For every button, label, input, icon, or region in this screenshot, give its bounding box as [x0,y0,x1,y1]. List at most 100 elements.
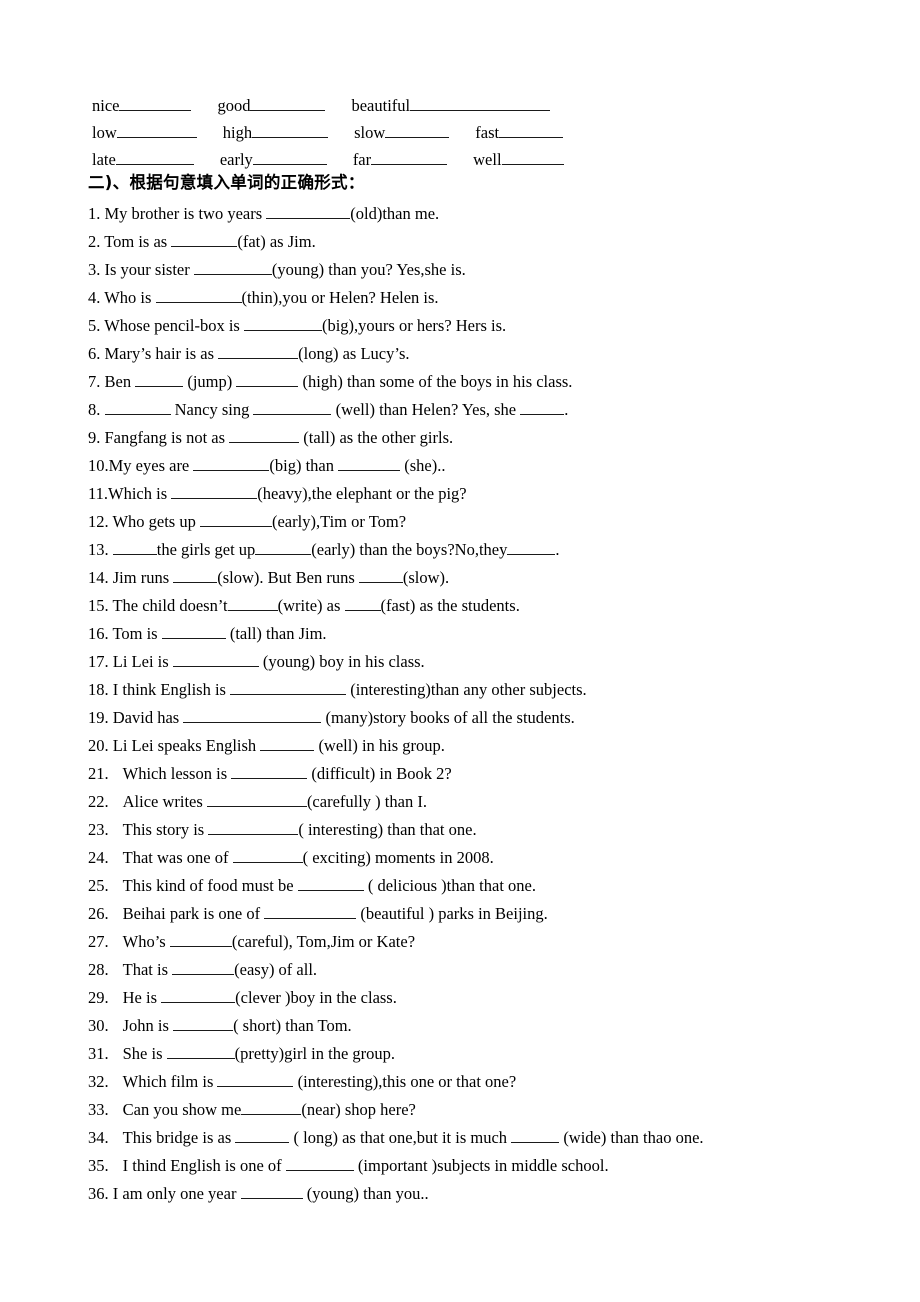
question-number: 19. [88,708,109,727]
question-text: Tom is (tall) than Jim. [108,623,327,643]
answer-blank[interactable] [227,595,278,611]
answer-blank[interactable] [169,931,232,947]
question-row: 35. I thind English is one of (important … [88,1152,888,1180]
question-text: Jim runs (slow). But Ben runs (slow). [109,567,449,587]
question-row: 3. Is your sister (young) than you? Yes,… [88,256,888,284]
answer-blank[interactable] [260,735,315,751]
answer-blank[interactable] [252,122,329,138]
answer-blank[interactable] [104,399,171,415]
answer-blank[interactable] [230,679,347,695]
answer-blank[interactable] [173,567,218,583]
word-blank-item: late [92,146,194,173]
question-number: 8. [88,400,101,419]
question-text-segment: Who gets up [108,512,200,531]
answer-blank[interactable] [115,149,194,165]
question-row: 6. Mary’s hair is as (long) as Lucy’s. [88,340,888,368]
word-list: nice good beautiful low high slow fast late earl… [92,92,792,173]
answer-blank[interactable] [520,399,565,415]
question-text-segment: Tom is [108,624,162,643]
word-blank-item: nice [92,92,192,119]
question-number: 20. [88,736,109,755]
answer-blank[interactable] [155,287,242,303]
word-label: late [92,150,116,169]
answer-blank[interactable] [371,149,448,165]
answer-blank[interactable] [241,1099,302,1115]
answer-blank[interactable] [264,903,357,919]
answer-blank[interactable] [199,511,272,527]
answer-blank[interactable] [171,231,238,247]
answer-blank[interactable] [218,343,299,359]
question-row: 8. Nancy sing (well) than Helen? Yes, sh… [88,396,888,424]
answer-blank[interactable] [206,791,307,807]
answer-blank[interactable] [297,875,364,891]
question-list: 1. My brother is two years (old)than me.… [88,200,888,1208]
answer-blank[interactable] [173,1015,234,1031]
answer-blank[interactable] [232,847,303,863]
answer-blank[interactable] [135,371,184,387]
answer-blank[interactable] [255,539,312,555]
answer-blank[interactable] [385,122,450,138]
question-text-segment: (tall) than Jim. [225,624,327,643]
question-text-segment: ( interesting) than that one. [298,820,477,839]
answer-blank[interactable] [208,819,299,835]
answer-blank[interactable] [235,1127,290,1143]
question-row: 36. I am only one year (young) than you.… [88,1180,888,1208]
question-text-segment: Tom is as [100,232,172,251]
question-row: 23. This story is ( interesting) than tha… [88,816,888,844]
answer-blank[interactable] [217,1071,294,1087]
answer-blank[interactable] [231,763,308,779]
question-text-segment: She is [122,1044,167,1063]
answer-blank[interactable] [183,707,322,723]
question-text: Beihai park is one of (beautiful ) parks… [123,904,548,923]
answer-blank[interactable] [285,1155,354,1171]
question-row: 14. Jim runs (slow). But Ben runs (slow)… [88,564,888,592]
answer-blank[interactable] [344,595,381,611]
question-text-segment: (near) shop here? [301,1100,416,1119]
answer-blank[interactable] [358,567,403,583]
question-text-segment: Mary’s hair is as [100,344,219,363]
answer-blank[interactable] [410,95,551,111]
answer-blank[interactable] [501,149,564,165]
answer-blank[interactable] [253,399,332,415]
answer-blank[interactable] [193,259,272,275]
answer-blank[interactable] [243,315,322,331]
answer-blank[interactable] [338,455,401,471]
answer-blank[interactable] [240,1183,303,1199]
question-number: 24. [88,848,109,867]
question-text: I am only one year (young) than you.. [109,1184,429,1203]
question-text: My eyes are (big) than (she).. [109,456,446,475]
question-text-segment: (long) as Lucy’s. [298,344,410,363]
answer-blank[interactable] [112,539,157,555]
question-number: 14. [88,568,109,587]
answer-blank[interactable] [252,149,327,165]
question-row: 9. Fangfang is not as (tall) as the othe… [88,424,888,452]
question-text-segment: (write) as [277,596,345,615]
question-number: 28. [88,960,109,979]
question-row: 34. This bridge is as ( long) as that one… [88,1124,888,1152]
question-text-segment: Alice writes [122,792,207,811]
question-text-segment: (thin),you or Helen? Helen is. [241,288,439,307]
word-label: low [92,123,117,142]
answer-blank[interactable] [171,483,258,499]
answer-blank[interactable] [172,959,235,975]
answer-blank[interactable] [161,987,236,1003]
answer-blank[interactable] [266,203,351,219]
question-text-segment: . [564,400,569,419]
question-number: 5. [88,316,101,335]
answer-blank[interactable] [172,651,259,667]
answer-blank[interactable] [511,1127,560,1143]
answer-blank[interactable] [507,539,556,555]
question-row: 11.Which is (heavy),the elephant or the … [88,480,888,508]
answer-blank[interactable] [119,95,192,111]
answer-blank[interactable] [236,371,299,387]
question-text: John is ( short) than Tom. [123,1016,352,1035]
answer-blank[interactable] [161,623,226,639]
answer-blank[interactable] [250,95,326,111]
question-text: Who gets up (early),Tim or Tom? [109,512,406,531]
answer-blank[interactable] [499,122,564,138]
answer-blank[interactable] [166,1043,235,1059]
answer-blank[interactable] [193,455,270,471]
answer-blank[interactable] [116,122,197,138]
word-label: early [219,150,253,169]
answer-blank[interactable] [229,427,300,443]
